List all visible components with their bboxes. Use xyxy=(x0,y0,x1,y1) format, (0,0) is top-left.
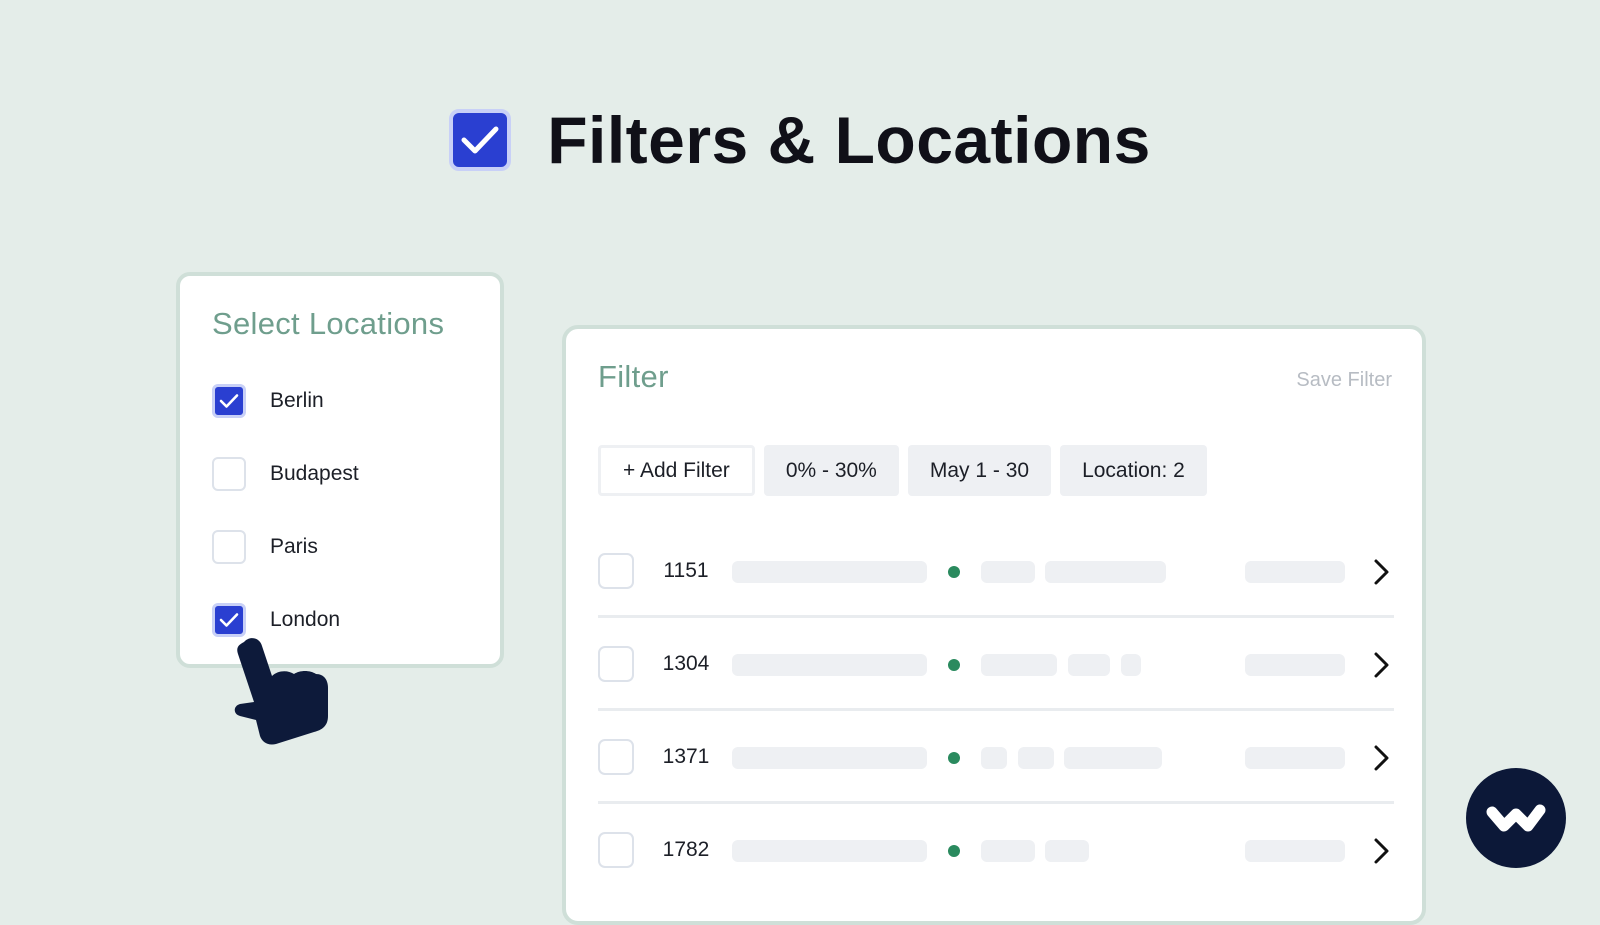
placeholder-bar xyxy=(981,561,1035,583)
location-option-paris[interactable]: Paris xyxy=(212,510,500,583)
checkbox-berlin[interactable] xyxy=(212,383,246,418)
filter-title: Filter xyxy=(598,359,669,394)
status-dot xyxy=(948,752,960,764)
checkbox-budapest[interactable] xyxy=(212,456,246,491)
results-list: 1151 1304 1371 1782 xyxy=(598,525,1394,897)
location-label: Budapest xyxy=(270,461,359,485)
pointer-hand-icon xyxy=(234,638,328,745)
chevron-right-icon[interactable] xyxy=(1372,651,1390,679)
row-id: 1151 xyxy=(663,559,709,582)
location-label: Berlin xyxy=(270,388,324,412)
filter-chip-location[interactable]: Location: 2 xyxy=(1060,445,1207,496)
placeholder-bar xyxy=(1064,747,1162,769)
placeholder-bar xyxy=(1245,561,1345,583)
placeholder-bar xyxy=(1245,840,1345,862)
status-dot xyxy=(948,845,960,857)
chevron-right-icon[interactable] xyxy=(1372,558,1390,586)
placeholder-bar xyxy=(732,561,927,583)
table-row[interactable]: 1371 xyxy=(598,711,1394,804)
placeholder-bar xyxy=(1068,654,1110,676)
checkbox-paris[interactable] xyxy=(212,529,246,564)
placeholder-bar xyxy=(981,654,1057,676)
checkbox-london[interactable] xyxy=(212,602,246,637)
add-filter-button[interactable]: + Add Filter xyxy=(598,445,755,496)
save-filter-button[interactable]: Save Filter xyxy=(1296,369,1392,392)
placeholder-bar xyxy=(1018,747,1054,769)
placeholder-bar xyxy=(981,747,1007,769)
row-id: 1782 xyxy=(662,838,710,861)
table-row[interactable]: 1782 xyxy=(598,804,1394,897)
placeholder-bar xyxy=(732,840,927,862)
row-id: 1371 xyxy=(662,745,710,768)
table-row[interactable]: 1304 xyxy=(598,618,1394,711)
status-dot xyxy=(948,659,960,671)
placeholder-bar xyxy=(1045,840,1089,862)
checkbox-checked-icon xyxy=(449,109,512,171)
locations-panel: Select Locations Berlin Budapest Paris L… xyxy=(176,272,504,668)
filter-chip-range[interactable]: 0% - 30% xyxy=(763,445,899,496)
placeholder-bar xyxy=(732,747,927,769)
brand-logo-mark xyxy=(1486,804,1546,832)
filter-chip-dates[interactable]: May 1 - 30 xyxy=(907,445,1052,496)
filter-chips: + Add Filter 0% - 30% May 1 - 30 Locatio… xyxy=(598,445,1207,496)
table-row[interactable]: 1151 xyxy=(598,525,1394,618)
location-label: Paris xyxy=(270,534,318,558)
location-option-budapest[interactable]: Budapest xyxy=(212,437,500,510)
row-checkbox[interactable] xyxy=(598,739,634,775)
placeholder-bar xyxy=(1245,747,1345,769)
placeholder-bar xyxy=(1121,654,1141,676)
row-checkbox[interactable] xyxy=(598,646,634,682)
chevron-right-icon[interactable] xyxy=(1372,837,1390,865)
placeholder-bar xyxy=(1245,654,1345,676)
status-dot xyxy=(948,566,960,578)
filter-panel: Filter Save Filter + Add Filter 0% - 30%… xyxy=(562,325,1426,925)
location-label: London xyxy=(270,607,341,631)
chevron-right-icon[interactable] xyxy=(1372,744,1390,772)
placeholder-bar xyxy=(732,654,927,676)
hero-header: Filters & Locations xyxy=(0,95,1600,185)
row-checkbox[interactable] xyxy=(598,832,634,868)
locations-title: Select Locations xyxy=(212,306,445,341)
placeholder-bar xyxy=(981,840,1035,862)
placeholder-bar xyxy=(1045,561,1166,583)
row-id: 1304 xyxy=(662,652,710,675)
row-checkbox[interactable] xyxy=(598,553,634,589)
page-title: Filters & Locations xyxy=(547,103,1151,177)
brand-logo[interactable] xyxy=(1466,768,1566,868)
location-option-berlin[interactable]: Berlin xyxy=(212,364,500,437)
